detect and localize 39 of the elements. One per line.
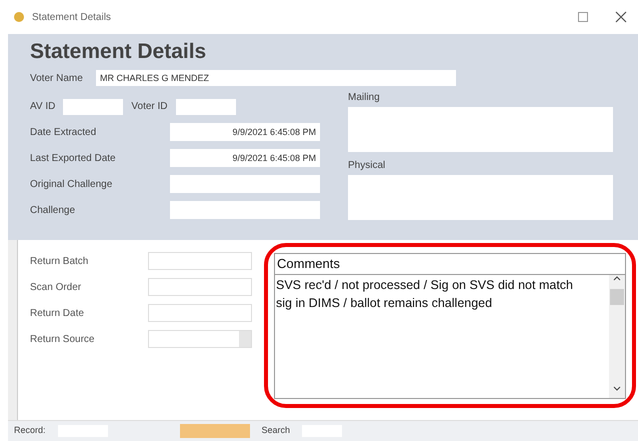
voter-name-field[interactable]: MR CHARLES G MENDEZ — [96, 70, 456, 86]
text-field[interactable]: 9/9/2021 6:45:08 PM — [170, 123, 320, 141]
search-label: Search — [262, 424, 290, 438]
address-field[interactable] — [348, 107, 613, 152]
field-label: Date Extracted — [30, 126, 98, 140]
comments-label: Comments — [274, 253, 626, 275]
scrollbar[interactable] — [609, 275, 625, 398]
address-field[interactable] — [348, 175, 613, 220]
dropdown-field[interactable] — [148, 330, 252, 348]
field-label: Last Exported Date — [30, 152, 117, 166]
filter-button[interactable] — [180, 424, 250, 438]
scrollbar-thumb[interactable] — [610, 289, 624, 305]
field-label: Return Source — [30, 332, 96, 346]
field-label: Challenge — [30, 204, 76, 218]
field-label: Voter Name — [30, 72, 84, 86]
field-label: Original Challenge — [30, 178, 114, 192]
app-icon — [14, 12, 24, 22]
text-field[interactable] — [170, 201, 320, 219]
record-label: Record: — [14, 424, 46, 438]
field-label: Voter ID — [131, 100, 168, 114]
text-field[interactable] — [148, 304, 252, 322]
comment-text: SVS rec'd / not processed / Sig on SVS did not match sig in DIMS / ballot remains challenged — [275, 277, 574, 312]
comments-field[interactable]: SVS rec'd / not processed / Sig on SVS did not match sig in DIMS / ballot remains challenged — [274, 275, 626, 399]
form-heading: Statement Details — [30, 39, 208, 65]
field-label: Physical — [348, 159, 386, 173]
id-field[interactable] — [176, 98, 236, 114]
field-label: Return Batch — [30, 254, 90, 268]
maximize-icon[interactable] — [578, 12, 588, 22]
record-selector[interactable] — [8, 240, 18, 420]
field-label: Scan Order — [30, 280, 82, 294]
field-label: AV ID — [30, 100, 56, 114]
window-title: Statement Details — [32, 10, 111, 24]
text-field[interactable] — [170, 175, 320, 193]
text-field[interactable]: 9/9/2021 6:45:08 PM — [170, 149, 320, 167]
text-field[interactable] — [148, 278, 252, 296]
field-label: Mailing — [348, 91, 381, 105]
id-field[interactable] — [63, 98, 124, 114]
text-field[interactable] — [148, 252, 252, 270]
field-label: Return Date — [30, 306, 85, 320]
